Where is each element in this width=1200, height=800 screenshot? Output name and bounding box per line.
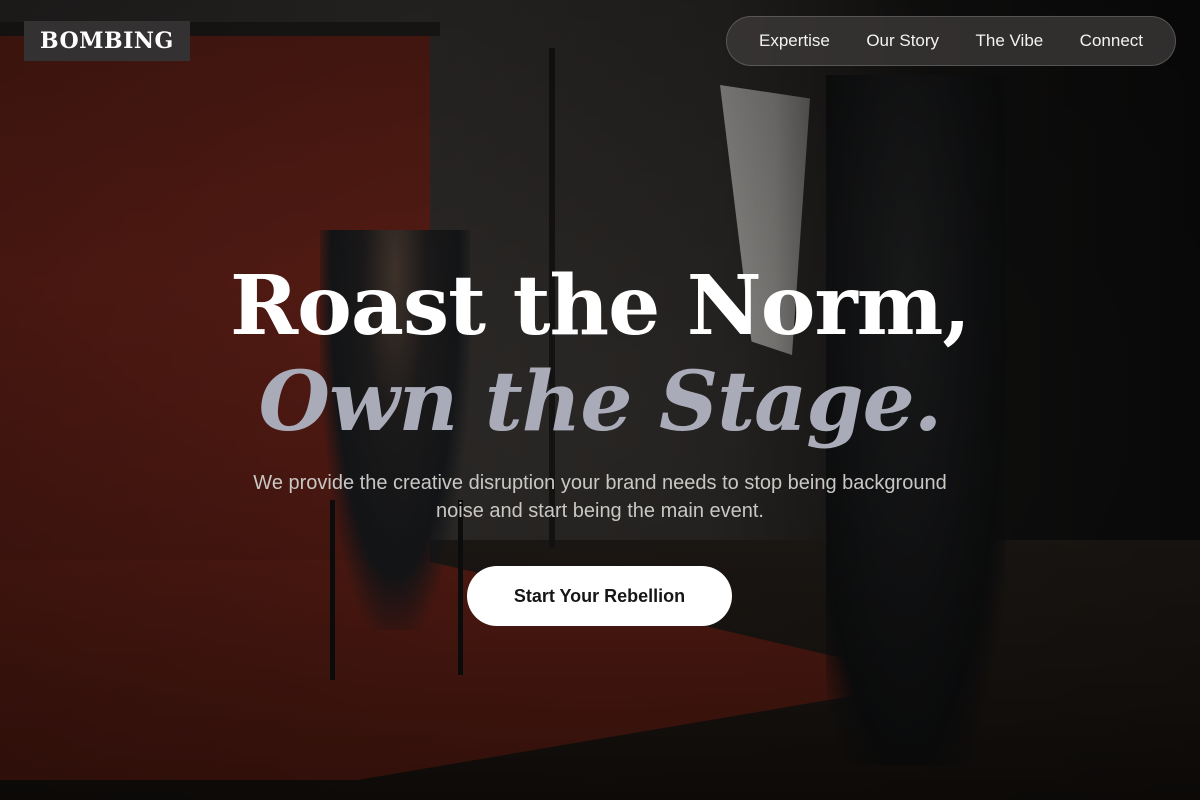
brand-logo-text: BOMBING [40,28,174,54]
headline-line-2: Own the Stage. [258,354,943,450]
brand-logo[interactable]: BOMBING [24,21,190,61]
hero-headline: Roast the Norm, Own the Stage. [0,258,1200,450]
nav-link-expertise[interactable]: Expertise [759,31,830,51]
nav-link-connect[interactable]: Connect [1080,31,1143,51]
landing-page: BOMBING Expertise Our Story The Vibe Con… [0,0,1200,800]
nav-link-our-story[interactable]: Our Story [866,31,939,51]
hero-subtext: We provide the creative disruption your … [253,472,947,522]
main-nav: Expertise Our Story The Vibe Connect [726,16,1176,66]
headline-line-1: Roast the Norm, [230,258,971,354]
start-rebellion-button[interactable]: Start Your Rebellion [467,566,732,626]
nav-link-the-vibe[interactable]: The Vibe [976,31,1044,51]
